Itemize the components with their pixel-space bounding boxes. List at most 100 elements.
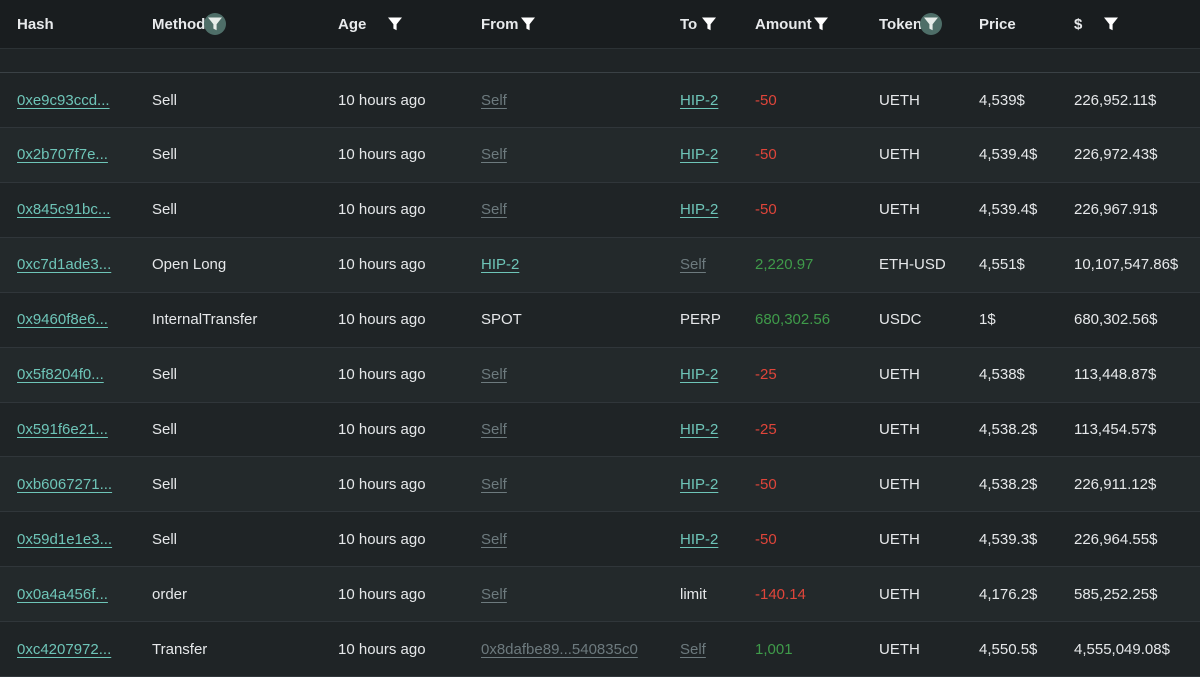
column-header-price[interactable]: Price bbox=[979, 0, 1016, 48]
table-row[interactable]: 0x5f8204f0... Sell 10 hours ago Self HIP-2 -2… bbox=[0, 347, 1200, 403]
token-cell: UETH bbox=[879, 91, 920, 109]
table-row[interactable]: 0x591f6e21... Sell 10 hours ago Self HIP-2 -2… bbox=[0, 402, 1200, 458]
hash-link[interactable]: 0x5f8204f0... bbox=[17, 366, 104, 383]
method-cell: Sell bbox=[152, 201, 178, 219]
hash-link[interactable]: 0xe9c93ccd... bbox=[17, 92, 110, 109]
hash-link[interactable]: 0x845c91bc... bbox=[17, 201, 110, 218]
age-cell: 10 hours ago bbox=[338, 256, 426, 274]
column-header-amount[interactable]: Amount bbox=[755, 0, 812, 48]
table-header: Hash Method Age From To Amount Token Price $ bbox=[0, 0, 1200, 49]
hash-link[interactable]: 0xc4207972... bbox=[17, 641, 111, 658]
header-spacer bbox=[0, 49, 1200, 73]
to-value: PERP bbox=[680, 311, 721, 329]
to-link[interactable]: HIP-2 bbox=[680, 146, 718, 163]
amount-value: -25 bbox=[755, 366, 777, 383]
from-link[interactable]: Self bbox=[481, 366, 507, 383]
to-filter-icon[interactable] bbox=[698, 13, 720, 35]
usd-cell: 226,911.12$ bbox=[1074, 475, 1157, 493]
from-link[interactable]: Self bbox=[481, 586, 507, 603]
to-value: limit bbox=[680, 585, 707, 603]
table-row[interactable]: 0xc4207972... Transfer 10 hours ago 0x8dafb… bbox=[0, 622, 1200, 677]
table-row[interactable]: 0x845c91bc... Sell 10 hours ago Self HIP-2 -5… bbox=[0, 183, 1200, 238]
token-cell: UETH bbox=[879, 585, 920, 603]
token-cell: UETH bbox=[879, 420, 920, 438]
hash-link[interactable]: 0x0a4a456f... bbox=[17, 586, 108, 603]
usd-cell: 10,107,547.86$ bbox=[1074, 256, 1179, 274]
to-link[interactable]: HIP-2 bbox=[680, 531, 718, 548]
to-link[interactable]: Self bbox=[680, 641, 706, 658]
token-filter-icon[interactable] bbox=[920, 13, 942, 35]
column-header-usd[interactable]: $ bbox=[1074, 0, 1082, 48]
method-cell: order bbox=[152, 585, 188, 603]
age-cell: 10 hours ago bbox=[338, 91, 426, 109]
usd-filter-icon[interactable] bbox=[1100, 13, 1122, 35]
to-link[interactable]: HIP-2 bbox=[680, 421, 718, 438]
hash-link[interactable]: 0xb6067271... bbox=[17, 476, 112, 493]
amount-value: -50 bbox=[755, 146, 777, 164]
from-link[interactable]: Self bbox=[481, 92, 507, 109]
hash-link[interactable]: 0xc7d1ade3... bbox=[17, 256, 111, 273]
amount-value: -50 bbox=[755, 475, 777, 493]
column-header-method[interactable]: Method bbox=[152, 0, 205, 48]
method-cell: Open Long bbox=[152, 256, 227, 274]
amount-value: -50 bbox=[755, 91, 777, 109]
table-row[interactable]: 0x59d1e1e3... Sell 10 hours ago Self HIP-2 -5… bbox=[0, 512, 1200, 568]
token-cell: UETH bbox=[879, 530, 920, 548]
price-cell: 4,538.2$ bbox=[979, 420, 1038, 438]
to-link[interactable]: HIP-2 bbox=[680, 366, 718, 383]
age-cell: 10 hours ago bbox=[338, 475, 426, 493]
table-row[interactable]: 0xc7d1ade3... Open Long 10 hours ago HIP-2 S… bbox=[0, 237, 1200, 293]
table-row[interactable]: 0x9460f8e6... InternalTransfer 10 hours ag… bbox=[0, 293, 1200, 348]
amount-filter-icon[interactable] bbox=[810, 13, 832, 35]
from-link[interactable]: Self bbox=[481, 146, 507, 163]
hash-link[interactable]: 0x591f6e21... bbox=[17, 421, 108, 438]
price-cell: 4,550.5$ bbox=[979, 640, 1038, 658]
token-cell: ETH-USD bbox=[879, 256, 946, 274]
column-header-hash[interactable]: Hash bbox=[17, 0, 54, 48]
to-link[interactable]: HIP-2 bbox=[680, 201, 718, 218]
amount-value: -50 bbox=[755, 530, 777, 548]
token-cell: USDC bbox=[879, 311, 922, 329]
age-filter-icon[interactable] bbox=[384, 13, 406, 35]
table-row[interactable]: 0xe9c93ccd... Sell 10 hours ago Self HIP-2 -5… bbox=[0, 73, 1200, 128]
usd-cell: 226,967.91$ bbox=[1074, 201, 1158, 219]
from-link[interactable]: Self bbox=[481, 421, 507, 438]
column-header-from[interactable]: From bbox=[481, 0, 519, 48]
column-header-to[interactable]: To bbox=[680, 0, 697, 48]
from-filter-icon[interactable] bbox=[517, 13, 539, 35]
hash-link[interactable]: 0x9460f8e6... bbox=[17, 311, 108, 328]
column-header-age[interactable]: Age bbox=[338, 0, 366, 48]
from-link[interactable]: Self bbox=[481, 201, 507, 218]
to-link[interactable]: Self bbox=[680, 256, 706, 273]
to-link[interactable]: HIP-2 bbox=[680, 92, 718, 109]
column-header-token[interactable]: Token bbox=[879, 0, 922, 48]
price-cell: 1$ bbox=[979, 311, 996, 329]
price-cell: 4,539.4$ bbox=[979, 146, 1038, 164]
hash-link[interactable]: 0x2b707f7e... bbox=[17, 146, 108, 163]
to-link[interactable]: HIP-2 bbox=[680, 476, 718, 493]
price-cell: 4,551$ bbox=[979, 256, 1025, 274]
hash-link[interactable]: 0x59d1e1e3... bbox=[17, 531, 112, 548]
from-value: SPOT bbox=[481, 311, 522, 329]
age-cell: 10 hours ago bbox=[338, 640, 426, 658]
amount-value: -50 bbox=[755, 201, 777, 219]
from-link[interactable]: 0x8dafbe89...540835c0 bbox=[481, 641, 638, 658]
from-link[interactable]: Self bbox=[481, 476, 507, 493]
from-link[interactable]: HIP-2 bbox=[481, 256, 519, 273]
age-cell: 10 hours ago bbox=[338, 420, 426, 438]
amount-value: -25 bbox=[755, 420, 777, 438]
table-row[interactable]: 0xb6067271... Sell 10 hours ago Self HIP-2 -5… bbox=[0, 457, 1200, 513]
token-cell: UETH bbox=[879, 475, 920, 493]
method-cell: Sell bbox=[152, 366, 178, 383]
token-cell: UETH bbox=[879, 366, 920, 383]
table-row[interactable]: 0x2b707f7e... Sell 10 hours ago Self HIP-2 -5… bbox=[0, 127, 1200, 183]
method-cell: Sell bbox=[152, 420, 178, 438]
transactions-table: Hash Method Age From To Amount Token Price $ 0xe… bbox=[0, 0, 1200, 677]
usd-cell: 226,972.43$ bbox=[1074, 146, 1158, 164]
token-cell: UETH bbox=[879, 640, 920, 658]
table-row[interactable]: 0x0a4a456f... order 10 hours ago Self limit -… bbox=[0, 567, 1200, 623]
method-cell: Sell bbox=[152, 91, 178, 109]
method-filter-icon[interactable] bbox=[204, 13, 226, 35]
token-cell: UETH bbox=[879, 201, 920, 219]
from-link[interactable]: Self bbox=[481, 531, 507, 548]
